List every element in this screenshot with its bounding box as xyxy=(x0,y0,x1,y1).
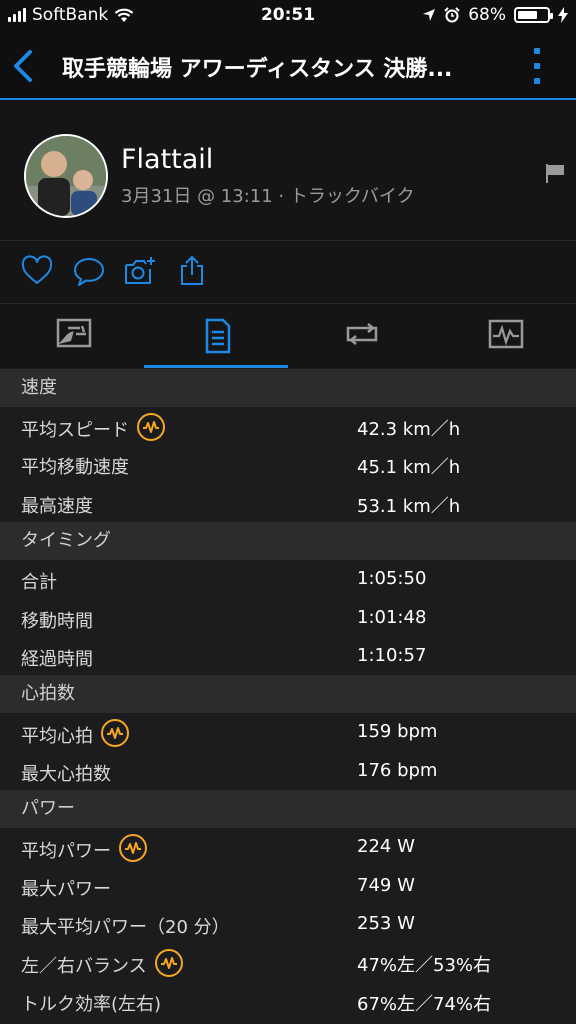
overview-icon xyxy=(56,318,92,348)
action-bar xyxy=(0,241,576,304)
stat-row: トルク効率(左右) 67%左／74%右 xyxy=(0,982,576,1020)
tab-stats[interactable] xyxy=(144,304,288,368)
chevron-left-icon[interactable] xyxy=(10,48,38,84)
battery-percent: 68% xyxy=(468,5,506,25)
stat-value: 45.1 km／h xyxy=(357,457,461,479)
stat-label-wrap: 最大平均パワー（20 分） xyxy=(21,913,230,939)
laps-icon xyxy=(346,323,378,345)
stat-label: 最大パワー xyxy=(21,878,111,900)
stat-row: 平均パワー 224 W xyxy=(0,828,576,866)
stat-label: 平均心拍 xyxy=(21,726,93,748)
stat-label: 平均スピード xyxy=(21,420,129,441)
stat-row: 最大パワー 749 W xyxy=(0,867,576,905)
performance-badge-icon[interactable] xyxy=(154,949,183,978)
stat-label: 左／右バランス xyxy=(21,956,147,978)
stat-label: 合計 xyxy=(21,572,57,594)
stat-row: 左／右バランス 47%左／53%右 xyxy=(0,943,576,981)
avatar[interactable] xyxy=(24,134,108,218)
stat-label-wrap: 移動時間 xyxy=(21,607,93,633)
stat-row: 合計 1:05:50 xyxy=(0,560,576,598)
stat-label-wrap: 平均移動速度 xyxy=(21,453,129,479)
status-right: 68% xyxy=(422,5,568,25)
stat-label-wrap: 平均パワー xyxy=(21,834,147,864)
location-icon xyxy=(423,9,436,21)
stat-label-wrap: 平均心拍 xyxy=(21,719,129,749)
stat-row: 最大平均パワー（20 分） 253 W xyxy=(0,905,576,943)
stat-row: 移動時間 1:01:48 xyxy=(0,599,576,637)
heart-icon[interactable] xyxy=(21,255,53,287)
tab-laps[interactable] xyxy=(288,304,432,368)
activity-header: Flattail 3月31日 @ 13:11 · トラックバイク xyxy=(0,100,576,241)
stat-row: 平均スピード 42.3 km／h xyxy=(0,407,576,445)
stat-value: 1:10:57 xyxy=(357,644,427,666)
stat-label: 移動時間 xyxy=(21,610,93,632)
stat-value: 1:05:50 xyxy=(357,568,427,590)
stat-label: 経過時間 xyxy=(21,648,93,670)
performance-badge-icon[interactable] xyxy=(101,719,129,748)
selected-tab-indicator xyxy=(144,365,288,368)
activity-meta: 3月31日 @ 13:11 · トラックバイク xyxy=(121,186,415,207)
stat-row: 経過時間 1:10:57 xyxy=(0,637,576,675)
charts-icon xyxy=(488,319,524,349)
stat-value: 67%左／74%右 xyxy=(357,993,492,1015)
stat-label-wrap: 経過時間 xyxy=(21,645,93,671)
activity-title: 取手競輪場 アワーディスタンス 決勝... xyxy=(62,57,453,82)
tab-bar xyxy=(0,304,576,368)
add-photo-icon[interactable] xyxy=(124,255,156,287)
performance-badge-icon[interactable] xyxy=(119,834,147,863)
stat-value: 749 W xyxy=(357,874,415,896)
charging-icon xyxy=(558,7,568,23)
section-header: 心拍数 xyxy=(0,675,576,714)
stat-label: 最大心拍数 xyxy=(21,763,111,785)
stat-value: 176 bpm xyxy=(357,759,438,781)
nav-bar: 取手競輪場 アワーディスタンス 決勝... xyxy=(0,34,576,100)
stat-label-wrap: 最高速度 xyxy=(21,492,93,518)
stats-icon xyxy=(205,318,231,354)
stat-label-wrap: 最大パワー xyxy=(21,875,111,901)
stat-value: 253 W xyxy=(357,912,415,934)
stat-row: 最大心拍数 176 bpm xyxy=(0,752,576,790)
tab-charts[interactable] xyxy=(432,304,576,368)
stat-label: 平均パワー xyxy=(21,841,111,863)
section-header: 速度 xyxy=(0,369,576,407)
battery-icon xyxy=(514,7,553,23)
tab-overview[interactable] xyxy=(0,304,144,368)
stat-value: 47%左／53%右 xyxy=(357,955,492,977)
user-name[interactable]: Flattail xyxy=(121,144,213,175)
comment-icon[interactable] xyxy=(73,255,105,287)
stat-label-wrap: 最大心拍数 xyxy=(21,760,111,786)
stat-value: 53.1 km／h xyxy=(357,495,461,517)
stat-value: 159 bpm xyxy=(357,721,438,743)
stat-label-wrap: 合計 xyxy=(21,568,57,594)
status-bar: SoftBank 20:51 68% xyxy=(0,0,576,34)
section-header: パワー xyxy=(0,790,576,829)
stat-row: 平均移動速度 45.1 km／h xyxy=(0,445,576,483)
stats-list: 速度平均スピード 42.3 km／h 平均移動速度 45.1 km／h 最高速度 53.1… xyxy=(0,369,576,1020)
avatar-photo xyxy=(26,136,106,216)
section-header: タイミング xyxy=(0,522,576,561)
flag-icon[interactable] xyxy=(544,163,566,183)
stat-value: 42.3 km／h xyxy=(357,419,461,440)
stat-label: 最高速度 xyxy=(21,495,93,517)
stat-label: 平均移動速度 xyxy=(21,457,129,479)
stat-label: 最大平均パワー（20 分） xyxy=(21,916,230,938)
stat-label-wrap: トルク効率(左右) xyxy=(21,990,161,1016)
stat-value: 1:01:48 xyxy=(357,606,427,628)
stat-label-wrap: 平均スピード xyxy=(21,413,165,443)
alarm-icon xyxy=(444,7,460,23)
performance-badge-icon[interactable] xyxy=(137,413,165,441)
stat-value: 224 W xyxy=(357,836,415,858)
vertical-dots-icon[interactable] xyxy=(532,48,542,84)
share-icon[interactable] xyxy=(176,255,208,287)
stat-row: 平均心拍 159 bpm xyxy=(0,713,576,751)
stat-label-wrap: 左／右バランス xyxy=(21,949,183,979)
stat-row: 最高速度 53.1 km／h xyxy=(0,484,576,522)
stat-label: トルク効率(左右) xyxy=(21,993,162,1015)
